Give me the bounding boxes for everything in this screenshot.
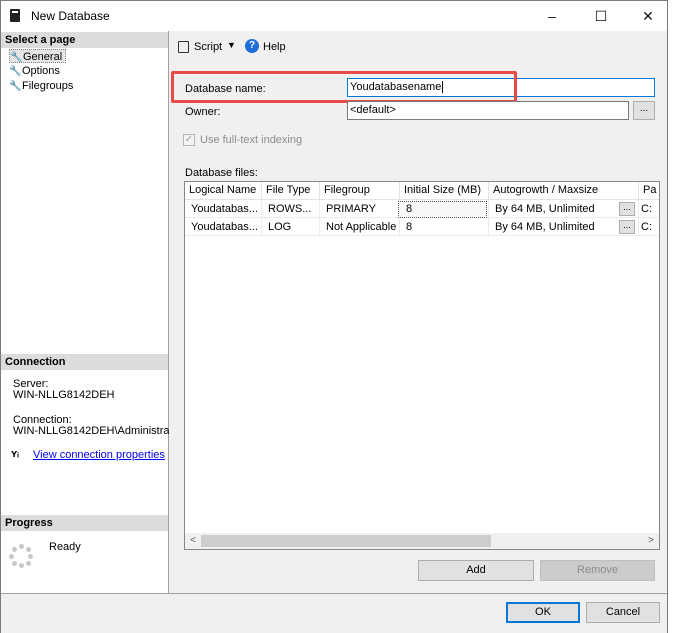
table-cell[interactable]: PRIMARY — [320, 200, 400, 218]
wrench-icon: 🔧 — [10, 52, 23, 63]
connection-value: WIN-NLLG8142DEH\Administrato — [13, 425, 169, 437]
select-page-header: Select a page — [1, 32, 168, 48]
help-button[interactable]: Help — [263, 41, 286, 53]
cancel-button[interactable]: Cancel — [586, 602, 660, 623]
table-cell[interactable]: By 64 MB, Unlimited — [489, 200, 639, 218]
owner-input[interactable]: <default> — [347, 101, 629, 120]
column-header[interactable]: File Type — [262, 182, 320, 200]
view-connection-properties-link[interactable]: View connection properties — [33, 449, 165, 461]
table-cell[interactable]: 8 — [400, 200, 489, 218]
table-cell[interactable]: By 64 MB, Unlimited — [489, 218, 639, 236]
scroll-right-icon[interactable]: > — [643, 533, 659, 549]
ok-button[interactable]: OK — [506, 602, 580, 623]
owner-label: Owner: — [185, 106, 221, 118]
progress-spinner-icon — [9, 544, 33, 568]
server-value: WIN-NLLG8142DEH — [13, 389, 115, 401]
autogrowth-browse-button[interactable]: ... — [619, 202, 635, 216]
help-icon: ? — [245, 39, 259, 53]
highlight-box — [171, 71, 517, 103]
column-header[interactable]: Autogrowth / Maxsize — [489, 182, 639, 200]
wrench-icon: 🔧 — [9, 66, 22, 77]
toolbar: Script ▼ ? Help — [170, 31, 667, 64]
page-item-label: General — [23, 51, 63, 63]
page-item-label: Filegroups — [22, 80, 74, 92]
table-cell[interactable]: Youdatabas... — [185, 200, 262, 218]
wrench-icon: 🔧 — [9, 81, 22, 92]
table-cell[interactable]: Not Applicable — [320, 218, 400, 236]
page-item-options[interactable]: 🔧Options — [9, 64, 60, 78]
window-title: New Database — [31, 9, 110, 23]
table-cell[interactable]: Youdatabas... — [185, 218, 262, 236]
table-cell[interactable]: ROWS... — [262, 200, 320, 218]
remove-button[interactable]: Remove — [540, 560, 655, 581]
table-cell[interactable]: C: — [639, 200, 659, 218]
column-header[interactable]: Pa — [639, 182, 659, 200]
table-cell[interactable]: LOG — [262, 218, 320, 236]
progress-header: Progress — [1, 515, 168, 531]
database-files-label: Database files: — [185, 167, 258, 179]
connection-properties-icon: ʏᵢ — [11, 448, 19, 460]
minimize-button[interactable]: – — [529, 1, 575, 31]
left-pane: Select a page 🔧General 🔧Options 🔧Filegro… — [1, 31, 169, 593]
table-cell[interactable]: 8 — [400, 218, 489, 236]
add-button[interactable]: Add — [418, 560, 534, 581]
database-files-grid[interactable]: Logical Name File Type Filegroup Initial… — [184, 181, 660, 550]
bottom-bar: OK Cancel — [1, 593, 667, 633]
scroll-left-icon[interactable]: < — [185, 533, 201, 549]
title-bar: New Database – ☐ ✕ — [1, 1, 667, 31]
connection-header: Connection — [1, 354, 168, 370]
page-item-filegroups[interactable]: 🔧Filegroups — [9, 79, 73, 93]
new-database-dialog: New Database – ☐ ✕ Select a page 🔧Genera… — [0, 0, 668, 633]
page-item-label: Options — [22, 65, 60, 77]
owner-browse-button[interactable]: ... — [633, 101, 655, 120]
horizontal-scrollbar[interactable]: < > — [185, 533, 659, 549]
script-button[interactable]: Script — [194, 41, 222, 53]
column-header[interactable]: Filegroup — [320, 182, 400, 200]
page-item-general[interactable]: 🔧General — [9, 49, 67, 63]
script-dropdown-icon[interactable]: ▼ — [227, 40, 236, 50]
progress-status: Ready — [49, 541, 81, 553]
script-icon — [178, 41, 189, 53]
table-cell[interactable]: C: — [639, 218, 659, 236]
autogrowth-browse-button[interactable]: ... — [619, 220, 635, 234]
column-header[interactable]: Initial Size (MB) — [400, 182, 489, 200]
close-button[interactable]: ✕ — [625, 1, 671, 31]
fulltext-checkbox[interactable]: ✓ — [183, 134, 195, 146]
app-icon — [10, 9, 20, 22]
column-header[interactable]: Logical Name — [185, 182, 262, 200]
fulltext-label: Use full-text indexing — [200, 134, 303, 146]
scrollbar-thumb[interactable] — [201, 535, 491, 547]
maximize-button[interactable]: ☐ — [578, 1, 624, 31]
